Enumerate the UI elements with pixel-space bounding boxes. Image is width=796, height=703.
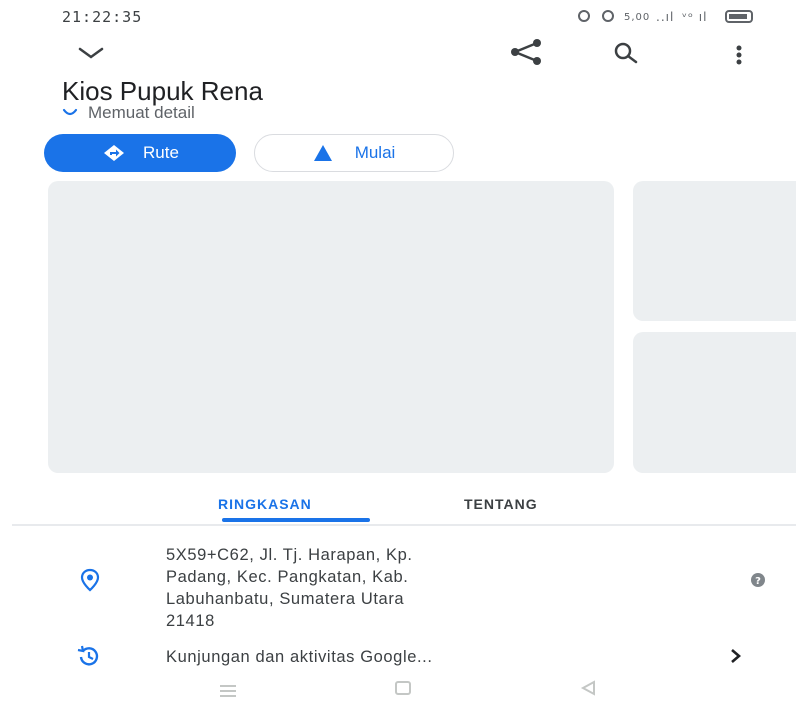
help-icon[interactable]: ? [748, 570, 768, 590]
address-line: Padang, Kec. Pangkatan, Kab. [166, 568, 409, 586]
location-pin-icon [76, 566, 104, 594]
svg-text:..ıl: ..ıl [656, 10, 674, 24]
photo-placeholder-bottom-right[interactable] [633, 332, 796, 473]
svg-text:?: ? [755, 576, 761, 587]
address-line: 21418 [166, 612, 215, 630]
start-button[interactable]: Mulai [254, 134, 454, 172]
status-time: 21:22:35 [62, 8, 143, 26]
search-icon[interactable] [606, 38, 646, 68]
address-line: 5X59+C62, Jl. Tj. Harapan, Kp. [166, 546, 413, 564]
tab-tentang[interactable]: TENTANG [464, 496, 538, 512]
status-indicators: 5,00 ..ıl ᵛᵒ ıl [576, 8, 766, 28]
address-line: Labuhanbatu, Sumatera Utara [166, 590, 405, 608]
share-icon[interactable] [506, 36, 546, 68]
more-vert-icon[interactable] [724, 40, 754, 70]
start-label: Mulai [354, 143, 396, 162]
photo-placeholder-main[interactable] [48, 181, 614, 473]
tab-active-indicator [222, 518, 370, 522]
route-label: Rute [143, 143, 179, 162]
tab-ringkasan[interactable]: RINGKASAN [218, 496, 312, 512]
nav-menu-icon[interactable] [218, 682, 238, 703]
loading-text: Memuat detail [88, 103, 195, 122]
photo-placeholder-top-right[interactable] [633, 181, 796, 321]
visits-activity-label[interactable]: Kunjungan dan aktivitas Google... [166, 648, 433, 667]
navigation-arrow-icon [313, 145, 332, 161]
directions-icon [104, 145, 125, 161]
svg-text:5,00: 5,00 [624, 12, 650, 23]
chevron-down-icon[interactable] [74, 40, 108, 66]
status-icons-svg: 5,00 ..ıl ᵛᵒ ıl [578, 10, 753, 24]
chevron-right-icon[interactable] [726, 644, 746, 668]
tab-divider [12, 524, 796, 526]
loading-status: Memuat detail [62, 103, 195, 123]
loading-spinner-icon [62, 108, 78, 116]
route-button[interactable]: Rute [44, 134, 236, 172]
address-text[interactable]: 5X59+C62, Jl. Tj. Harapan, Kp. Padang, K… [166, 544, 626, 632]
history-icon [74, 642, 104, 670]
svg-text:ᵛᵒ ıl: ᵛᵒ ıl [682, 10, 707, 24]
